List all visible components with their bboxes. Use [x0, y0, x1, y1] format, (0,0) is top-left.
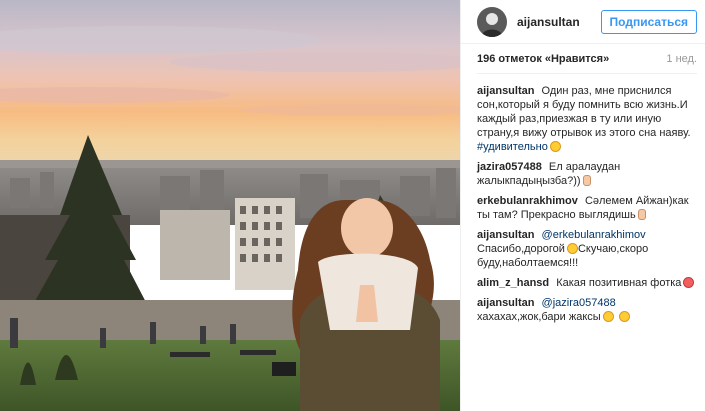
mention-link[interactable]: @jazira057488 [542, 297, 616, 309]
comment-author[interactable]: aijansultan [477, 85, 534, 97]
post-stats: 196 отметок «Нравится» 1 нед. [477, 44, 697, 74]
mention-link[interactable]: @erkebulanrakhimov [542, 229, 646, 241]
comment-author[interactable]: erkebulanrakhimov [477, 195, 578, 207]
tired-face-icon [602, 311, 614, 322]
comment-author[interactable]: aijansultan [477, 229, 534, 241]
post-age[interactable]: 1 нед. [666, 53, 697, 65]
avatar[interactable] [477, 6, 507, 37]
comment-item: aijansultan @jazira057488 хахахах,жок,ба… [477, 296, 695, 324]
comment-text: Спасибо,дорогой [477, 243, 565, 255]
comment-author[interactable]: jazira057488 [477, 161, 542, 173]
comment-text: хахахах,жок,бари жаксы [477, 311, 601, 323]
comment-item: alim_z_hansd Какая позитивная фотка [477, 276, 695, 290]
comment-item: erkebulanrakhimov Сәлемем Айжан)как ты т… [477, 194, 695, 222]
likes-count[interactable]: 196 отметок «Нравится» [477, 53, 609, 65]
photo-scene [0, 0, 460, 411]
comment-item: aijansultan @erkebulanrakhimov Спасибо,д… [477, 228, 695, 270]
post-header: aijansultan Подписаться [461, 0, 705, 44]
comment-item: jazira057488 Ел аралаудан жалыкпадыңызба… [477, 160, 695, 188]
comment-author[interactable]: alim_z_hansd [477, 277, 549, 289]
post-photo[interactable] [0, 0, 460, 411]
instagram-post: aijansultan Подписаться 196 отметок «Нра… [0, 0, 705, 411]
post-sidebar: aijansultan Подписаться 196 отметок «Нра… [460, 0, 705, 411]
comment-author[interactable]: aijansultan [477, 297, 534, 309]
victory-hand-icon [582, 175, 591, 186]
heart-eyes-face-icon [683, 277, 695, 288]
avatar-image [477, 6, 507, 37]
comments-list: aijansultan Один раз, мне приснился сон,… [461, 74, 705, 324]
kissing-face-icon [566, 243, 578, 254]
comment-text: Какая позитивная фотка [556, 277, 682, 289]
follow-button[interactable]: Подписаться [600, 9, 697, 34]
victory-hand-icon [637, 209, 646, 220]
grinning-face-icon [549, 141, 561, 152]
author-username[interactable]: aijansultan [517, 15, 601, 29]
smiling-sweat-face-icon [618, 311, 630, 322]
comment-item: aijansultan Один раз, мне приснился сон,… [477, 84, 695, 154]
hashtag-link[interactable]: #удивительно [477, 141, 548, 153]
